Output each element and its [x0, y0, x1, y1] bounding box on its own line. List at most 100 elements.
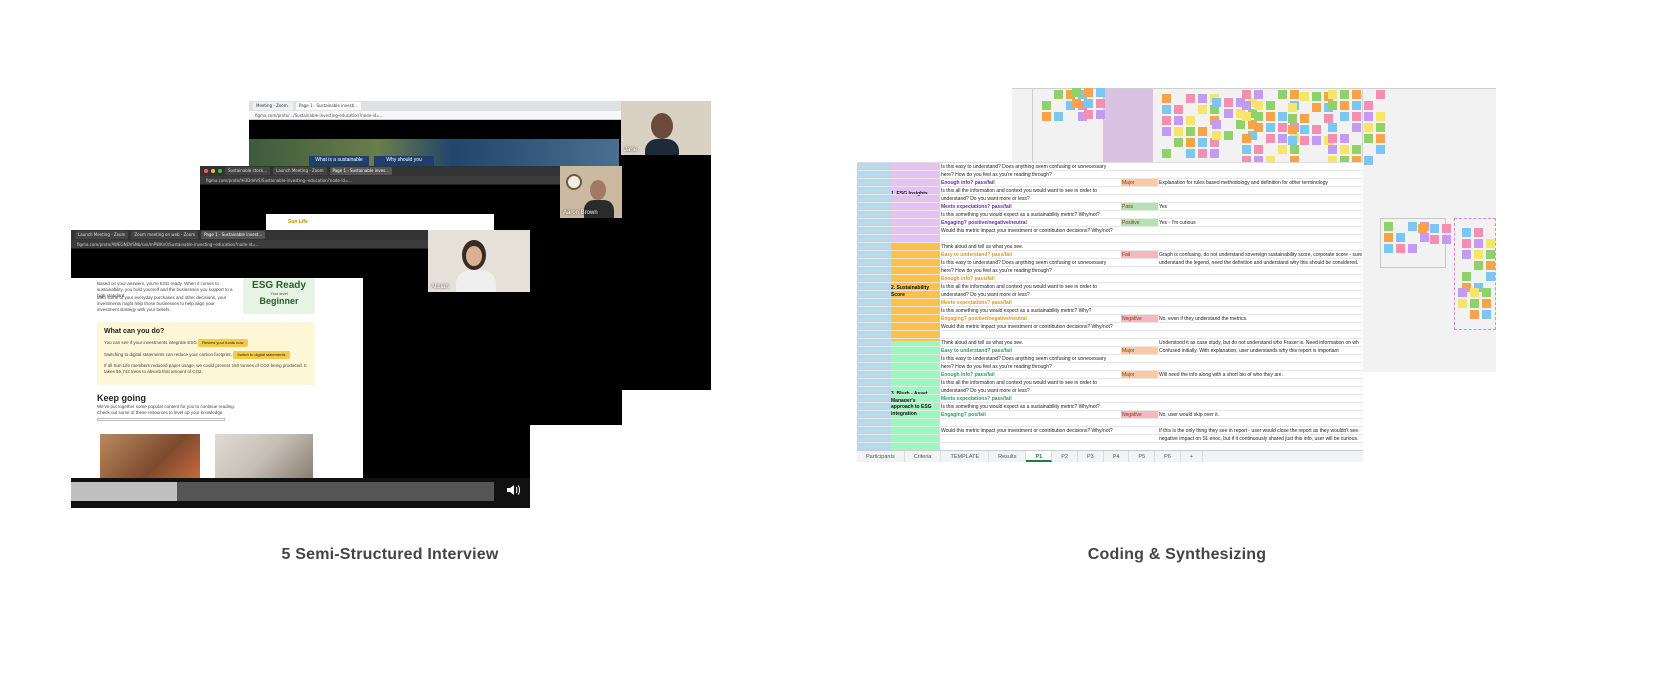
- rating-cell[interactable]: Major: [1121, 179, 1158, 186]
- rating-cell[interactable]: [1121, 323, 1158, 330]
- sticky-note[interactable]: [1486, 239, 1495, 248]
- sticky-note[interactable]: [1198, 138, 1207, 147]
- sticky-note[interactable]: [1254, 123, 1263, 132]
- sticky-note[interactable]: [1470, 310, 1479, 319]
- sticky-note[interactable]: [1242, 90, 1251, 99]
- sticky-note[interactable]: [1474, 250, 1483, 259]
- sticky-note[interactable]: [1186, 116, 1195, 125]
- rating-cell[interactable]: Major: [1121, 347, 1158, 354]
- sticky-note[interactable]: [1186, 94, 1195, 103]
- comment-cell[interactable]: If this is the only thing they see in re…: [1158, 427, 1363, 434]
- sticky-note[interactable]: [1210, 149, 1219, 158]
- sticky-note[interactable]: [1198, 94, 1207, 103]
- rating-cell[interactable]: Fail: [1121, 251, 1158, 258]
- comment-cell[interactable]: [1158, 291, 1363, 298]
- sticky-note[interactable]: [1242, 101, 1251, 110]
- sticky-note[interactable]: [1340, 101, 1349, 110]
- sticky-note[interactable]: [1312, 92, 1321, 101]
- comment-cell[interactable]: [1158, 355, 1363, 362]
- sheet-tab[interactable]: P3: [1078, 451, 1104, 462]
- comment-cell[interactable]: No, even if they understand the metrics.: [1158, 315, 1363, 322]
- question-cell[interactable]: Meets expectations? pass/fail: [940, 299, 1121, 306]
- comment-cell[interactable]: Yes - I'm curious: [1158, 219, 1363, 226]
- sticky-note[interactable]: [1486, 272, 1495, 281]
- rating-cell[interactable]: [1121, 403, 1158, 410]
- rating-cell[interactable]: [1121, 307, 1158, 314]
- comment-cell[interactable]: [1158, 299, 1363, 306]
- comment-cell[interactable]: Confused initially. With explanation, us…: [1158, 347, 1363, 354]
- question-cell[interactable]: understand? Do you want more or less?: [940, 195, 1121, 202]
- review-funds-button[interactable]: Review your funds now: [198, 339, 248, 347]
- rating-cell[interactable]: Pass: [1121, 203, 1158, 210]
- rating-cell[interactable]: [1121, 283, 1158, 290]
- sticky-note[interactable]: [1300, 92, 1309, 101]
- sticky-note[interactable]: [1396, 233, 1405, 242]
- rating-cell[interactable]: [1121, 363, 1158, 370]
- rating-cell[interactable]: [1121, 267, 1158, 274]
- sticky-note[interactable]: [1224, 109, 1233, 118]
- rating-cell[interactable]: [1121, 275, 1158, 282]
- sticky-note[interactable]: [1340, 145, 1349, 154]
- sheet-tab[interactable]: Criteria: [905, 451, 942, 462]
- question-cell[interactable]: Is this all the information and context …: [940, 283, 1121, 290]
- comment-cell[interactable]: [1158, 379, 1363, 386]
- window-minimize-icon[interactable]: [211, 169, 215, 173]
- sticky-note[interactable]: [1254, 90, 1263, 99]
- sheet-tab[interactable]: P6: [1155, 451, 1181, 462]
- sticky-note[interactable]: [1420, 233, 1429, 242]
- sticky-note[interactable]: [1278, 112, 1287, 121]
- rating-cell[interactable]: [1121, 395, 1158, 402]
- sticky-note[interactable]: [1340, 112, 1349, 121]
- question-cell[interactable]: Engaging? positive/negative/neutral: [940, 219, 1121, 226]
- sticky-note[interactable]: [1242, 145, 1251, 154]
- rating-cell[interactable]: [1121, 299, 1158, 306]
- sticky-note[interactable]: [1364, 101, 1373, 110]
- question-cell[interactable]: Is this something you would expect as a …: [940, 211, 1121, 218]
- sticky-note[interactable]: [1042, 112, 1051, 121]
- sticky-note[interactable]: [1084, 99, 1093, 108]
- question-cell[interactable]: Is this all the information and context …: [940, 379, 1121, 386]
- sticky-note[interactable]: [1096, 110, 1105, 119]
- comment-cell[interactable]: [1158, 331, 1363, 338]
- comment-cell[interactable]: negative impact on SL enoc, but if it co…: [1158, 435, 1363, 442]
- question-cell[interactable]: [940, 419, 1121, 426]
- sticky-note[interactable]: [1072, 88, 1081, 97]
- sticky-note[interactable]: [1474, 239, 1483, 248]
- sticky-note[interactable]: [1212, 98, 1221, 107]
- address-bar[interactable]: figma.com/proto/IH3DdeVS/Sustainable-inv…: [200, 176, 622, 185]
- question-cell[interactable]: understand? Do you want more or less?: [940, 291, 1121, 298]
- sticky-note[interactable]: [1254, 101, 1263, 110]
- comment-cell[interactable]: [1158, 267, 1363, 274]
- sticky-note[interactable]: [1300, 125, 1309, 134]
- sticky-note[interactable]: [1162, 94, 1171, 103]
- digital-statements-button[interactable]: Switch to digital statements: [233, 351, 290, 359]
- sticky-note[interactable]: [1096, 99, 1105, 108]
- question-cell[interactable]: Is this something you would expect as a …: [940, 403, 1121, 410]
- sticky-note[interactable]: [1340, 134, 1349, 143]
- comment-cell[interactable]: [1158, 403, 1363, 410]
- video-progress-bar[interactable]: [71, 482, 494, 501]
- browser-tab[interactable]: Launch Meeting - Zoom: [273, 167, 327, 175]
- sticky-note[interactable]: [1266, 112, 1275, 121]
- question-cell[interactable]: Think aloud and tell us what you see.: [940, 243, 1121, 250]
- sticky-note[interactable]: [1458, 299, 1467, 308]
- sticky-note[interactable]: [1352, 101, 1361, 110]
- sheet-tab[interactable]: Results: [989, 451, 1027, 462]
- sticky-note[interactable]: [1328, 101, 1337, 110]
- sheet-tab[interactable]: P5: [1129, 451, 1156, 462]
- sticky-note[interactable]: [1174, 105, 1183, 114]
- sticky-note[interactable]: [1224, 131, 1233, 140]
- rating-cell[interactable]: [1121, 435, 1158, 442]
- question-cell[interactable]: Would this metric impact your investment…: [940, 227, 1121, 234]
- sticky-note[interactable]: [1242, 112, 1251, 121]
- question-cell[interactable]: understand? Do you want more or less?: [940, 387, 1121, 394]
- sticky-note[interactable]: [1376, 134, 1385, 143]
- sticky-note[interactable]: [1054, 90, 1063, 99]
- question-cell[interactable]: Is this easy to understand? Does anythin…: [940, 163, 1121, 170]
- sticky-note[interactable]: [1486, 261, 1495, 270]
- question-cell[interactable]: here? How do you feel as you're reading …: [940, 363, 1121, 370]
- sticky-note[interactable]: [1396, 244, 1405, 253]
- question-cell[interactable]: Is this something you would expect as a …: [940, 307, 1121, 314]
- sticky-note[interactable]: [1278, 123, 1287, 132]
- rating-cell[interactable]: Negative: [1121, 315, 1158, 322]
